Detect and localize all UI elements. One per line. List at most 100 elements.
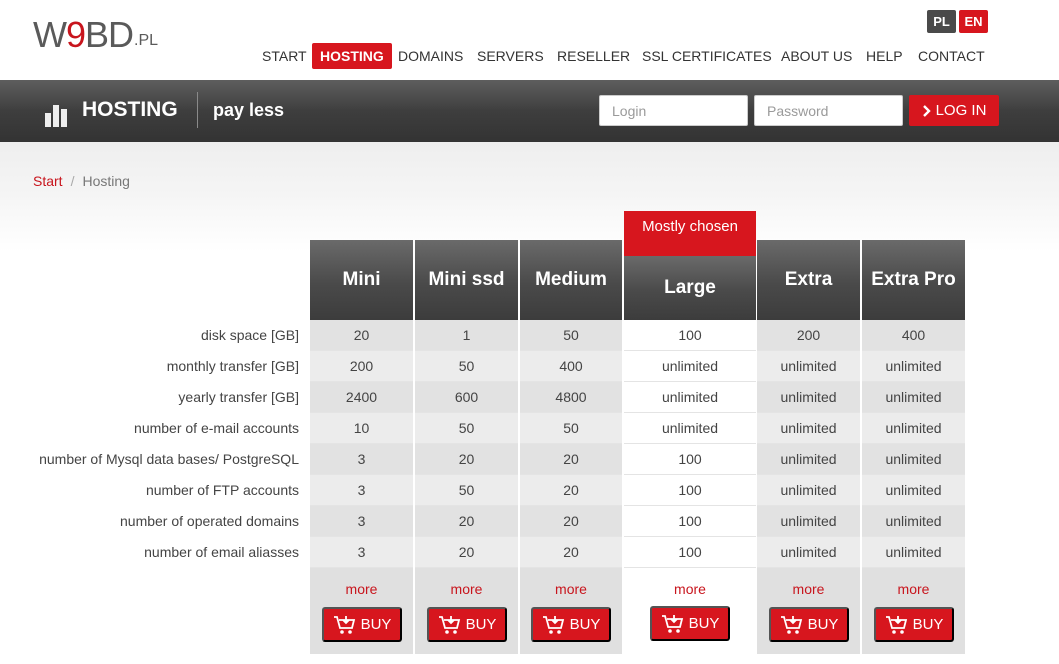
site-logo[interactable]: W9BD .PL [33,17,158,53]
plan-cell-medium: 20 [520,537,622,568]
plan-cell-mini-ssd: 20 [415,506,518,537]
feature-label: disk space [GB] [200,327,299,343]
plan-cell-medium: 20 [520,444,622,475]
plan-cell-mini: 3 [310,537,413,568]
plan-cell-large: unlimited [624,382,756,413]
banner-subtitle: pay less [213,100,285,120]
mostly-chosen-badge: Mostly chosen [624,211,756,256]
plan-cell-extra-pro: 400 [862,320,965,351]
plan-cell-mini-ssd: 600 [415,382,518,413]
more-link-extra[interactable]: more [757,581,860,597]
feature-label: number of FTP accounts [145,482,299,498]
plan-cell-medium: 20 [520,506,622,537]
feature-label: number of Mysql data bases/ PostgreSQL [39,451,299,467]
nav-help[interactable]: HELP [858,43,911,69]
plan-cell-mini-ssd: 50 [415,475,518,506]
more-link-mini-ssd[interactable]: more [415,581,518,597]
plan-cell-medium: 400 [520,351,622,382]
feature-label: monthly transfer [GB] [166,358,299,374]
plan-cell-extra: unlimited [757,444,860,475]
banner-divider [197,92,198,128]
chevron-right-icon [922,104,931,117]
breadcrumb-current: Hosting [82,173,130,189]
nav-contact[interactable]: CONTACT [910,43,993,69]
logo-letter-w: W [33,14,67,55]
more-link-large[interactable]: more [624,581,756,597]
plan-header-extra-pro: Extra Pro [862,240,965,320]
plan-cell-medium: 50 [520,413,622,444]
plan-cell-extra: unlimited [757,537,860,568]
plan-header-mini-ssd: Mini ssd [415,240,518,320]
more-link-medium[interactable]: more [520,581,622,597]
breadcrumb-start[interactable]: Start [33,172,63,190]
plan-cell-large: 100 [624,320,756,351]
plan-header-large: Large [624,256,756,320]
plan-cell-extra-pro: unlimited [862,506,965,537]
feature-label: number of operated domains [120,513,299,529]
more-link-extra-pro[interactable]: more [862,581,965,597]
plan-cell-large: 100 [624,444,756,475]
lang-en-button[interactable]: EN [959,10,988,33]
buy-button-large[interactable]: BUY [650,606,730,641]
hosting-bars-icon [45,97,71,127]
plan-cell-large: unlimited [624,351,756,382]
plan-cell-extra-pro: unlimited [862,537,965,568]
nav-servers[interactable]: SERVERS [469,43,552,69]
buy-button-label: BUY [360,616,392,633]
buy-button-extra[interactable]: BUY [769,607,849,642]
buy-button-label: BUY [807,616,839,633]
buy-button-label: BUY [688,615,720,632]
buy-button-label: BUY [569,616,601,633]
cart-icon [885,615,907,634]
logo-letters-bd: BD [85,14,134,55]
buy-button-mini-ssd[interactable]: BUY [427,607,507,642]
login-button-label: LOG IN [935,102,987,119]
plan-cell-medium: 20 [520,475,622,506]
lang-pl-button[interactable]: PL [927,10,956,33]
plan-cell-extra-pro: unlimited [862,475,965,506]
plan-cell-extra: unlimited [757,506,860,537]
plan-header-mini: Mini [310,240,413,320]
more-link-mini[interactable]: more [310,581,413,597]
cart-icon [780,615,802,634]
feature-label: yearly transfer [GB] [178,389,299,405]
nav-reseller[interactable]: RESELLER [549,43,638,69]
plan-cell-mini-ssd: 50 [415,351,518,382]
login-input[interactable] [599,95,748,126]
breadcrumb: Start / Hosting [33,172,130,190]
nav-hosting[interactable]: HOSTING [312,43,392,69]
buy-button-medium[interactable]: BUY [531,607,611,642]
plan-cell-mini: 3 [310,475,413,506]
buy-button-extra-pro[interactable]: BUY [874,607,954,642]
buy-button-label: BUY [912,616,944,633]
cart-icon [542,615,564,634]
buy-button-mini[interactable]: BUY [322,607,402,642]
plan-header-medium: Medium [520,240,622,320]
plan-header-extra: Extra [757,240,860,320]
plan-cell-mini: 10 [310,413,413,444]
plan-cell-large: unlimited [624,413,756,444]
login-button[interactable]: LOG IN [909,95,999,126]
cart-icon [661,614,683,633]
plan-cell-mini-ssd: 1 [415,320,518,351]
logo-letter-9: 9 [65,14,86,55]
feature-label: number of email aliasses [144,544,299,560]
plan-cell-extra: 200 [757,320,860,351]
plan-cell-mini: 20 [310,320,413,351]
logo-suffix: .PL [134,32,159,49]
plan-cell-mini: 3 [310,444,413,475]
plan-cell-mini: 3 [310,506,413,537]
nav-domains[interactable]: DOMAINS [390,43,471,69]
plan-cell-mini: 200 [310,351,413,382]
plan-cell-large: 100 [624,537,756,568]
password-input[interactable] [754,95,903,126]
cart-icon [438,615,460,634]
nav-ssl-certificates[interactable]: SSL CERTIFICATES [634,43,780,69]
buy-button-label: BUY [465,616,497,633]
nav-start[interactable]: START [254,43,315,69]
breadcrumb-separator: / [70,173,75,189]
plan-cell-mini-ssd: 50 [415,413,518,444]
cart-icon [333,615,355,634]
nav-about-us[interactable]: ABOUT US [773,43,860,69]
plan-cell-extra: unlimited [757,351,860,382]
